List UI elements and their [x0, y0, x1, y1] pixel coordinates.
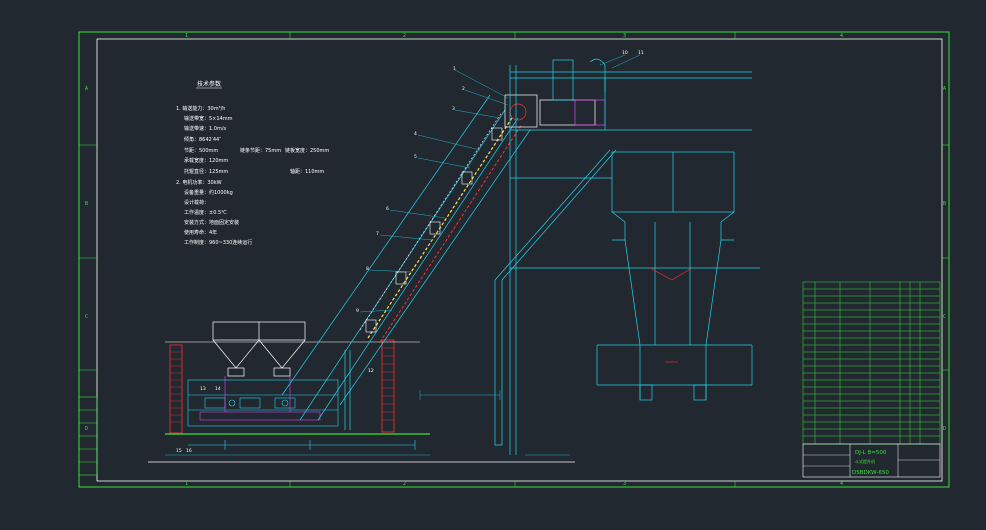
grid-ticks [79, 32, 949, 487]
spec-line-2: 输送带宽：5×14mm [184, 115, 233, 122]
spec-line-14: 工作温度：±0.5℃ [184, 209, 227, 216]
grid-row-b: B [85, 201, 88, 207]
boot-section [187, 379, 416, 450]
spec-line-6: 链条节距：75mm [240, 147, 281, 154]
part-3: 3 [452, 106, 455, 112]
head-section [504, 58, 606, 128]
grid-col-3b: 3 [623, 481, 626, 487]
spec-line-10: 轴距：110mm [290, 168, 324, 175]
part-5: 5 [414, 154, 417, 160]
grid-col-2: 2 [403, 33, 406, 39]
spec-line-5: 节距：500mm [184, 148, 218, 154]
grid-row-a: A [85, 86, 88, 92]
silo-markers [649, 267, 693, 363]
support-brackets [365, 127, 503, 333]
grid-col-2b: 2 [403, 481, 406, 487]
parts-list-table [802, 281, 941, 445]
title-block-name: 斗式提升机 [855, 458, 875, 464]
grid-labels: 1 2 3 4 1 2 3 4 A B C D A B C D [85, 33, 946, 487]
part-12: 12 [368, 368, 374, 374]
grid-col-1: 1 [185, 33, 188, 39]
grid-row-d: D [85, 426, 88, 432]
grid-col-3: 3 [623, 33, 626, 39]
part-8: 8 [366, 266, 369, 272]
spec-block: 技术参数 1. 输送能力：30m³/h 输送带宽：5×14mm 输送带速：1.0… [176, 80, 329, 246]
grid-row-d-r: D [943, 426, 946, 432]
grid-row-a-r: A [943, 86, 946, 92]
revision-strip [78, 396, 98, 476]
grid-col-4b: 4 [840, 481, 843, 487]
leader-lines [359, 54, 641, 313]
spec-line-9: 托辊直径：125mm [184, 168, 228, 175]
outer-frame [78, 31, 950, 488]
silo [596, 151, 753, 401]
spec-line-13: 设计载荷： [184, 199, 209, 206]
part-16: 16 [186, 448, 192, 454]
grid-col-4: 4 [840, 33, 843, 39]
grid-row-c-r: C [943, 314, 946, 320]
grid-row-b-r: B [943, 201, 946, 207]
conveyor-chain [359, 111, 523, 343]
part-11: 11 [638, 50, 644, 56]
spec-title: 技术参数 [197, 80, 221, 88]
part-14: 14 [215, 386, 221, 392]
part-4: 4 [414, 131, 417, 137]
part-7: 7 [376, 231, 379, 237]
title-block: DJ-L B=500 斗式提升机 DSBDKW-650 [802, 443, 941, 478]
part-15: 15 [176, 448, 182, 454]
spec-line-12: 设备重量：约1000kg [184, 189, 233, 196]
spec-line-4: 倾角：8642′44″ [184, 136, 221, 143]
spec-line-3: 输送带速：1.0m/s [184, 125, 227, 132]
spec-line-1: 1. 输送能力：30m³/h [176, 105, 225, 112]
spec-line-17: 工作制度：960~330连续运行 [184, 239, 252, 246]
spec-line-8: 承载宽度：120mm [184, 157, 228, 164]
part-10: 10 [622, 50, 628, 56]
part-2: 2 [462, 86, 465, 92]
spec-line-7: 链板宽度：250mm [285, 147, 329, 154]
spec-line-11: 2. 电机功率：30kW [176, 179, 222, 186]
grid-row-c: C [85, 314, 88, 320]
support-structure [494, 65, 760, 455]
part-9: 9 [356, 308, 359, 314]
title-block-drawing-no: DSBDKW-650 [852, 470, 889, 476]
part-6: 6 [386, 206, 389, 212]
title-block-model: DJ-L B=500 [855, 450, 887, 456]
spec-line-16: 使用寿命：4年 [184, 229, 217, 236]
spec-line-15: 安装方式：地面固定安装 [184, 219, 239, 226]
grid-col-1b: 1 [185, 481, 188, 487]
feed-hoppers [212, 321, 306, 377]
cad-drawing: 1 2 3 4 1 2 3 4 A B C D A B C D 技术参数 1. … [78, 31, 950, 488]
part-13: 13 [200, 386, 206, 392]
part-1: 1 [453, 66, 456, 72]
part-number-labels: 1 2 3 4 5 6 7 8 9 10 11 12 13 14 15 16 [176, 50, 644, 454]
